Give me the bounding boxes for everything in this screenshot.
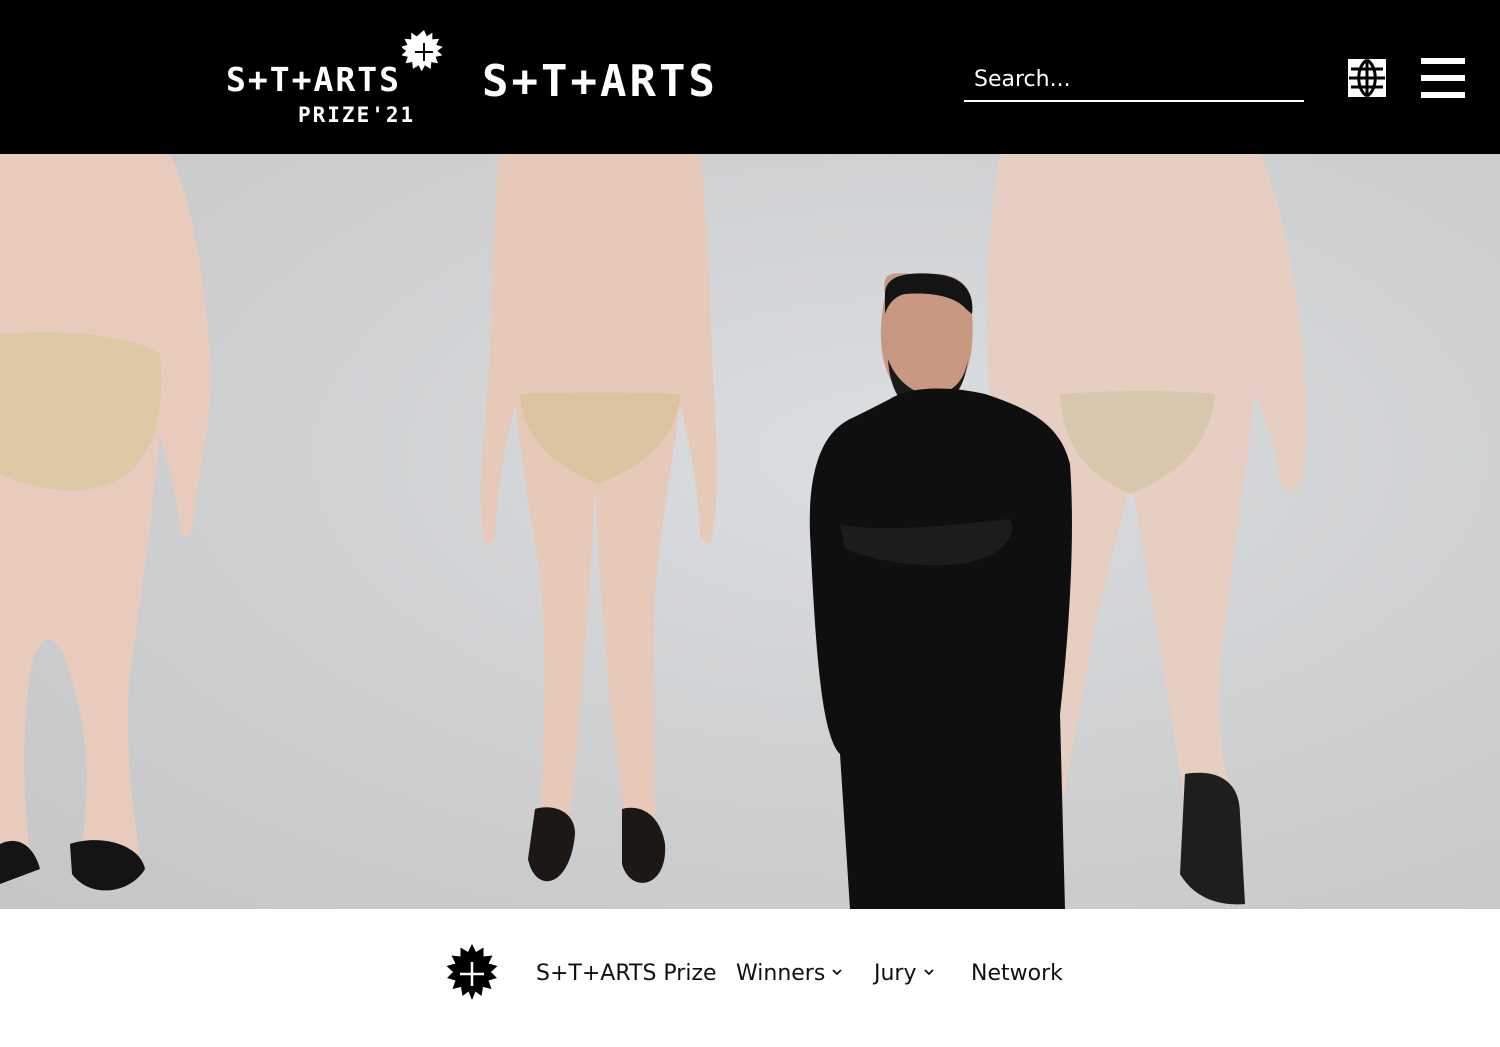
hero-illustration <box>0 154 1307 909</box>
plus-starburst-icon <box>402 30 443 72</box>
figure-middle <box>480 154 718 883</box>
starts-prize-21-logo[interactable]: S+T+ARTS PRIZE'21 <box>226 30 450 130</box>
nav-item-network[interactable]: Network <box>971 956 1063 992</box>
nav-item-starts-prize[interactable]: S+T+ARTS Prize <box>536 956 717 992</box>
nav-item-label: Winners <box>736 961 826 986</box>
chevron-down-icon <box>832 969 842 976</box>
prize-logo-wordmark: S+T+ARTS <box>226 60 401 99</box>
site-header: S+T+ARTS PRIZE'21 S+T+ARTS <box>0 0 1500 154</box>
starts-main-logo[interactable]: S+T+ARTS <box>482 58 718 106</box>
search-input[interactable] <box>964 60 1304 98</box>
search-box <box>964 60 1304 102</box>
nav-item-label: Network <box>971 961 1063 986</box>
hero-image <box>0 154 1500 909</box>
nav-item-label: Jury <box>874 961 917 986</box>
hamburger-menu-icon[interactable] <box>1421 58 1465 98</box>
nav-item-jury[interactable]: Jury <box>874 956 935 992</box>
figure-left <box>0 154 212 891</box>
prize-logo-year: PRIZE'21 <box>298 103 416 127</box>
globe-icon[interactable] <box>1347 58 1387 98</box>
nav-item-label: S+T+ARTS Prize <box>536 961 717 986</box>
plus-starburst-icon[interactable] <box>442 944 502 1004</box>
nav-item-winners[interactable]: Winners <box>736 956 843 992</box>
chevron-down-icon <box>923 969 934 976</box>
